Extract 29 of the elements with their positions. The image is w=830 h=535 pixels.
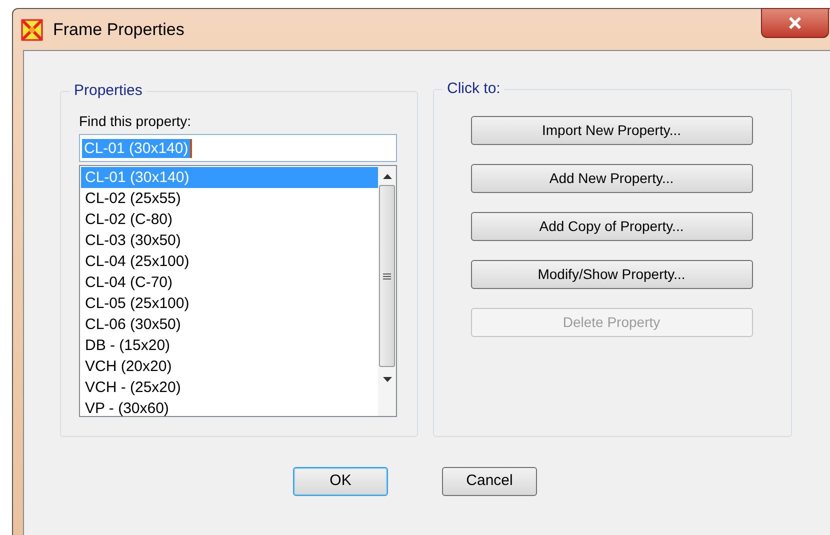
list-item[interactable]: VCH (20x20) xyxy=(81,356,378,377)
close-button[interactable] xyxy=(761,8,829,38)
action-button[interactable]: Import New Property... xyxy=(470,116,752,145)
list-item[interactable]: CL-04 (25x100) xyxy=(81,251,378,272)
list-item[interactable]: VP - (30x60) xyxy=(81,398,378,419)
dialog-button[interactable]: Cancel xyxy=(442,467,537,496)
grip-icon xyxy=(383,272,391,280)
list-item[interactable]: CL-05 (25x100) xyxy=(81,293,378,314)
dialog-button[interactable]: OK xyxy=(293,467,388,496)
list-item[interactable]: CL-02 (25x55) xyxy=(81,188,378,209)
scroll-up-icon xyxy=(382,174,392,179)
action-button[interactable]: Modify/Show Property... xyxy=(470,260,752,289)
window-title: Frame Properties xyxy=(53,18,184,41)
list-item[interactable]: CL-02 (C-80) xyxy=(81,209,378,230)
scrollbar[interactable] xyxy=(378,166,396,416)
close-icon xyxy=(788,17,802,29)
scroll-thumb[interactable] xyxy=(379,185,395,367)
group-title: Properties xyxy=(70,83,146,98)
scroll-down-icon xyxy=(382,377,392,382)
group-title: Click to: xyxy=(443,81,504,96)
field-label: Find this property: xyxy=(79,114,192,128)
list-item[interactable]: CL-06 (30x50) xyxy=(81,314,378,335)
app-logo-icon xyxy=(21,18,43,40)
action-button[interactable]: Add Copy of Property... xyxy=(470,212,752,241)
list-item[interactable]: VCH - (25x20) xyxy=(81,377,378,398)
list-item[interactable]: DB - (15x20) xyxy=(81,335,378,356)
list-item[interactable]: CL-04 (C-70) xyxy=(81,272,378,293)
list-item[interactable]: CL-03 (30x50) xyxy=(81,230,378,251)
action-button[interactable]: Add New Property... xyxy=(470,164,752,193)
